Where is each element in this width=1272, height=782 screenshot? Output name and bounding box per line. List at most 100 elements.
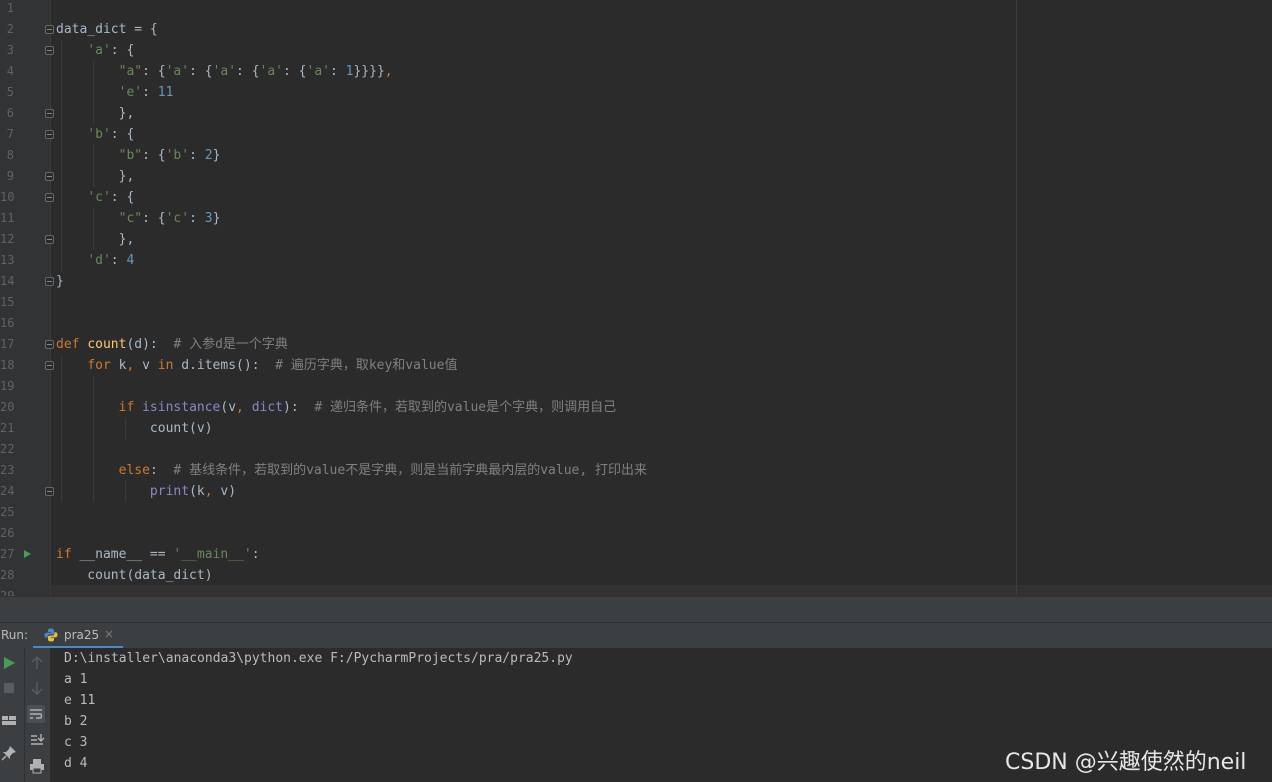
code-line[interactable]: 'e': 11 — [56, 82, 174, 103]
line-number: 18 — [0, 358, 15, 372]
code-token: count(v) — [56, 421, 213, 436]
code-token: : { — [142, 148, 166, 163]
code-token: in — [157, 358, 182, 373]
code-line[interactable]: 'a': { — [56, 40, 134, 61]
code-comment: # 遍历字典，取key和value值 — [275, 358, 458, 373]
code-line[interactable]: }, — [56, 103, 135, 124]
close-icon[interactable]: × — [104, 627, 114, 641]
code-line[interactable]: "c": {'c': 3} — [56, 208, 221, 229]
code-token: v) — [220, 484, 237, 499]
code-token: if — [56, 547, 80, 562]
line-number: 11 — [0, 211, 15, 225]
code-token: (k — [189, 484, 205, 499]
code-line[interactable]: data_dict = { — [56, 19, 158, 40]
fold-marker-icon[interactable] — [45, 193, 54, 202]
code-line[interactable]: "b": {'b': 2} — [56, 145, 221, 166]
code-token: : { — [236, 64, 260, 79]
code-line[interactable]: count(data_dict) — [56, 565, 212, 586]
fold-marker-icon[interactable] — [45, 25, 54, 34]
line-number: 22 — [0, 442, 15, 456]
soft-wrap-icon[interactable] — [27, 705, 45, 723]
code-token: if — [118, 400, 143, 415]
line-number: 14 — [0, 274, 15, 288]
line-number: 10 — [0, 190, 15, 204]
print-icon[interactable] — [28, 757, 46, 775]
fold-marker-icon[interactable] — [45, 235, 54, 244]
arrow-up-icon[interactable] — [28, 654, 46, 672]
code-line[interactable]: 'c': { — [56, 187, 134, 208]
code-line[interactable]: else: # 基线条件，若取到的value不是字典，则是当前字典最内层的val… — [56, 460, 647, 481]
code-token: dict — [251, 400, 284, 415]
line-number: 3 — [6, 43, 14, 57]
fold-marker-icon[interactable] — [45, 487, 54, 496]
code-token: else — [118, 463, 150, 478]
code-line[interactable]: for k, v in d.items(): # 遍历字典，取key和value… — [56, 355, 457, 376]
toolbar-divider — [24, 648, 25, 782]
stop-icon[interactable] — [0, 679, 18, 697]
code-token: d.items(): — [181, 358, 276, 373]
line-number: 29 — [0, 589, 15, 596]
tab-pra25[interactable]: pra25 × — [33, 623, 123, 649]
current-line-highlight — [51, 585, 1272, 596]
code-token: : — [142, 85, 158, 100]
fold-marker-icon[interactable] — [45, 46, 54, 55]
code-token: 'c' — [87, 190, 111, 205]
rerun-icon[interactable] — [0, 654, 18, 672]
console-command-line: D:\installer\anaconda3\python.exe F:/Pyc… — [64, 651, 573, 666]
code-token: : — [110, 253, 127, 268]
fold-marker-icon[interactable] — [45, 172, 54, 181]
code-token: print — [149, 484, 190, 499]
fold-marker-icon[interactable] — [45, 277, 54, 286]
line-number: 8 — [6, 148, 14, 162]
code-line[interactable]: 'b': { — [56, 124, 134, 145]
code-line[interactable]: count(v) — [56, 418, 213, 439]
code-line[interactable]: 'd': 4 — [56, 250, 134, 271]
run-gutter-icon[interactable] — [24, 550, 31, 558]
fold-marker-icon[interactable] — [45, 130, 54, 139]
code-token: 'a' — [259, 64, 284, 79]
panel-splitter[interactable] — [0, 596, 1272, 623]
line-number: 4 — [6, 64, 14, 78]
indent-guide — [61, 355, 62, 502]
line-number: 16 — [0, 316, 15, 330]
fold-marker-icon[interactable] — [45, 340, 54, 349]
line-number-gutter: 1 2 3 4 5 6 7 8 9 10 11 12 13 14 15 16 17 18 19 20 21 22 23 24 2… — [0, 0, 51, 596]
layout-icon[interactable] — [0, 711, 18, 729]
code-line[interactable]: if isinstance(v, dict): # 递归条件，若取到的value… — [56, 397, 617, 418]
line-number: 17 — [0, 337, 15, 351]
arrow-down-icon[interactable] — [28, 679, 46, 697]
code-token: }, — [56, 169, 135, 184]
code-token: (v — [220, 400, 237, 415]
code-line[interactable]: def count(d): # 入参d是一个字典 — [56, 334, 288, 355]
code-line[interactable]: } — [56, 271, 64, 292]
code-token: : { — [283, 64, 307, 79]
code-line[interactable]: }, — [56, 166, 135, 187]
indent-guide — [125, 481, 126, 502]
code-token: } — [56, 274, 64, 289]
pin-icon[interactable] — [0, 744, 18, 762]
code-line[interactable]: print(k, v) — [56, 481, 236, 502]
code-line[interactable]: "a": {'a': {'a': {'a': {'a': 1}}}}, — [56, 61, 393, 82]
code-token: (d): — [126, 337, 174, 352]
code-line[interactable]: }, — [56, 229, 135, 250]
run-panel-header: Run: pra25 × — [0, 622, 1272, 650]
python-icon — [44, 628, 58, 642]
code-token: 'b' — [87, 127, 111, 142]
line-number: 12 — [0, 232, 15, 246]
console-output-line: e 11 — [64, 693, 96, 708]
code-editor[interactable]: 1 2 3 4 5 6 7 8 9 10 11 12 13 14 15 16 17 18 19 20 21 22 23 24 2… — [0, 0, 1272, 596]
line-number: 21 — [0, 421, 15, 435]
code-token: : — [251, 547, 260, 562]
fold-marker-icon[interactable] — [45, 361, 54, 370]
fold-marker-icon[interactable] — [45, 109, 54, 118]
code-token: : { — [110, 43, 135, 58]
indent-guide — [93, 145, 94, 187]
code-token: count — [87, 337, 127, 352]
code-token: data_dict = { — [56, 22, 158, 37]
code-token: : — [189, 211, 205, 226]
code-line[interactable]: if __name__ == '__main__': — [56, 544, 260, 565]
scroll-to-end-icon[interactable] — [28, 731, 46, 749]
